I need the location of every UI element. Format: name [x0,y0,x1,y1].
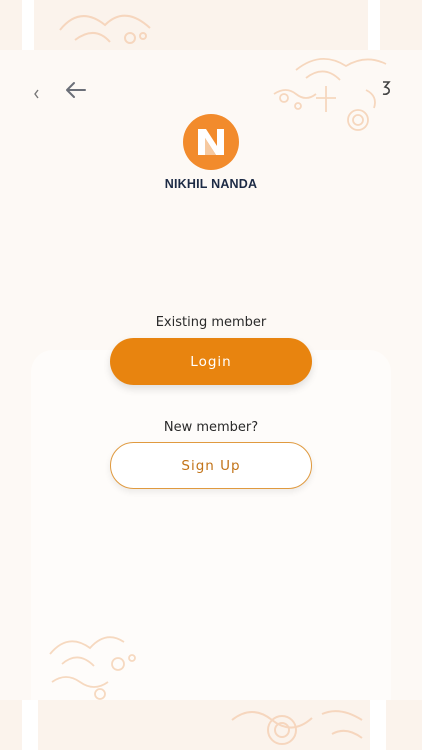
decorative-pattern [231,710,363,745]
strip-gap [370,698,386,750]
partial-digit-icon [381,80,391,96]
existing-member-label: Existing member [155,315,267,330]
strip-gap [22,698,38,750]
decorative-pattern [273,58,387,131]
new-member-label: New member? [163,420,259,435]
n-letter-icon [198,129,224,155]
brand-logo: NIKHIL NANDA [164,114,258,191]
strip-gap [368,0,380,50]
chevron-left-icon [34,84,40,99]
brand-name: NIKHIL NANDA [164,177,258,191]
back-button[interactable] [60,76,92,104]
arrow-left-icon [66,82,86,98]
logo-mark [183,114,239,170]
login-button[interactable]: Login [110,338,312,385]
strip-gap [22,0,34,50]
app-screen: NIKHIL NANDA Existing member Login New m… [0,50,422,700]
decorative-pattern [59,14,151,44]
decorative-pattern [49,636,136,700]
sign-up-button[interactable]: Sign Up [110,442,312,489]
